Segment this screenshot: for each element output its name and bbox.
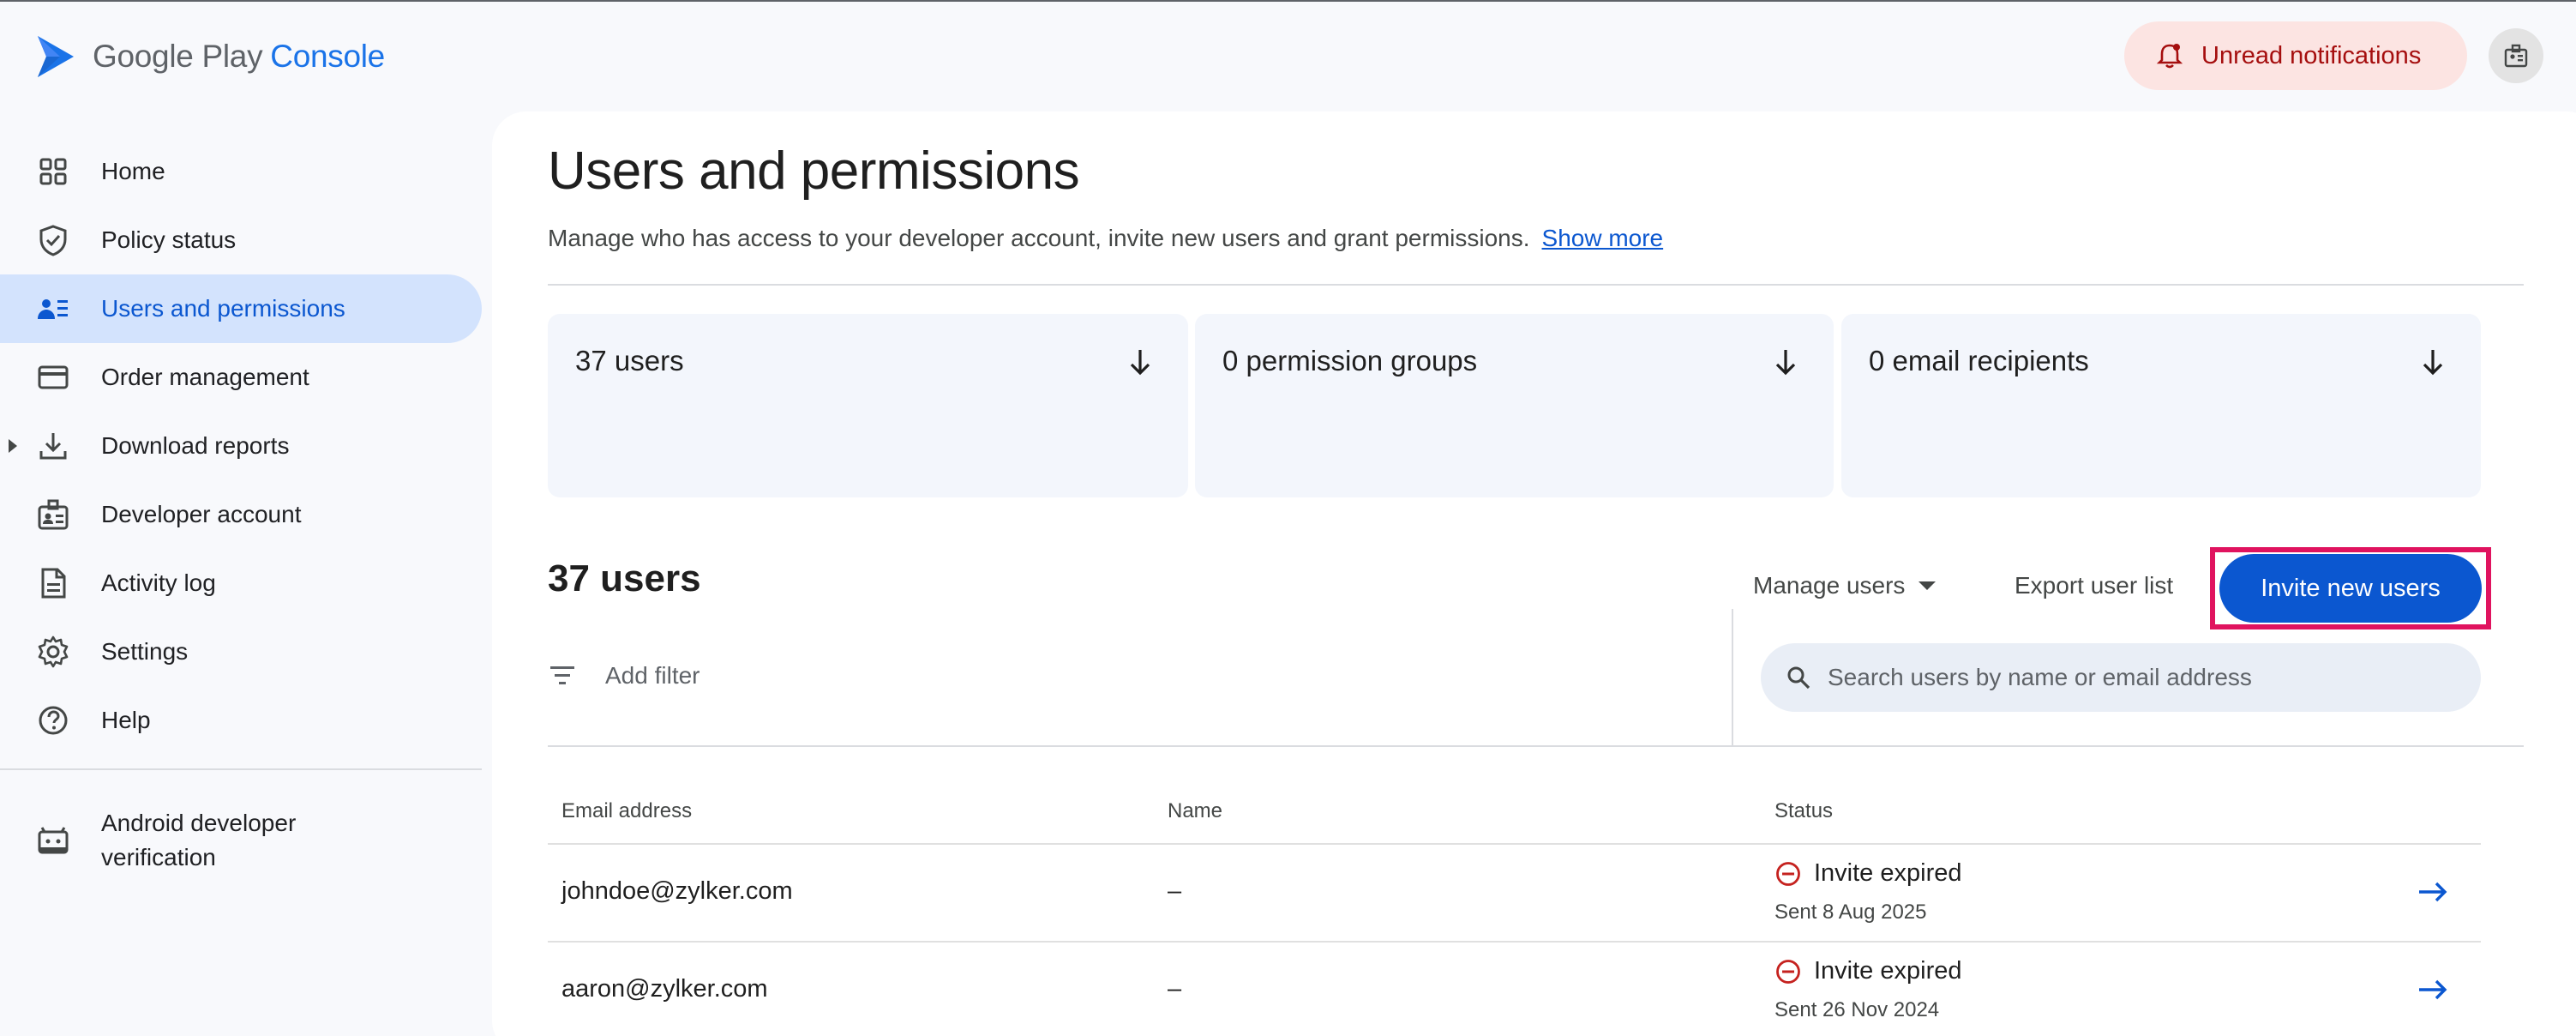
user-status: Invite expired (1774, 957, 1962, 985)
dropdown-caret-icon (1918, 581, 1937, 590)
sidebar-item-download-reports[interactable]: Download reports (0, 412, 482, 480)
unread-notifications-button[interactable]: Unread notifications (2124, 21, 2467, 90)
sidebar-item-label: Android developer verification (101, 810, 297, 870)
sidebar-item-users-and-permissions[interactable]: Users and permissions (0, 274, 482, 343)
user-email: aaron@zylker.com (561, 975, 768, 1003)
sidebar-item-home[interactable]: Home (0, 137, 482, 206)
sidebar-item-label: Developer account (101, 501, 302, 527)
user-email: johndoe@zylker.com (561, 877, 793, 905)
sidebar-item-label: Settings (101, 638, 189, 665)
logo-wordmark: Google Play Console (93, 39, 385, 74)
sidebar-item-order-management[interactable]: Order management (0, 343, 482, 412)
manage-users-label: Manage users (1753, 572, 1906, 599)
arrow-right-icon[interactable] (2416, 973, 2450, 1007)
sidebar-item-label: Home (101, 158, 165, 184)
expired-status-icon (1776, 861, 1800, 886)
divider (548, 284, 2524, 286)
search-input[interactable] (1828, 664, 2462, 691)
grid-icon (34, 153, 72, 190)
user-status: Invite expired (1774, 859, 1962, 888)
manage-users-dropdown[interactable]: Manage users (1753, 572, 1937, 599)
arrow-right-icon[interactable] (2416, 875, 2450, 909)
sidebar-divider (0, 768, 482, 770)
email-recipients-stat-card[interactable]: 0 email recipients (1841, 314, 2481, 497)
user-name: – (1168, 975, 1182, 1003)
table-row-divider (548, 843, 2481, 845)
stat-label: 37 users (575, 345, 684, 376)
sidebar-item-settings[interactable]: Settings (0, 617, 482, 686)
search-icon (1787, 666, 1810, 690)
gear-icon (34, 633, 72, 671)
bell-alert-icon (2156, 44, 2183, 69)
google-play-console-logo[interactable]: Google Play Console (34, 31, 385, 82)
developer-badge-icon (2504, 44, 2528, 68)
android-icon (34, 822, 72, 859)
users-stat-card[interactable]: 37 users (548, 314, 1188, 497)
show-more-link[interactable]: Show more (1542, 225, 1664, 251)
sidebar-item-label: Activity log (101, 569, 216, 596)
sidebar-item-policy-status[interactable]: Policy status (0, 206, 482, 274)
expand-caret-icon[interactable] (7, 437, 19, 455)
stat-label: 0 permission groups (1222, 345, 1478, 376)
arrow-down-icon (1775, 350, 1796, 376)
expired-status-icon (1776, 959, 1800, 984)
sidebar-item-activity-log[interactable]: Activity log (0, 549, 482, 617)
unread-notifications-label: Unread notifications (2201, 41, 2422, 69)
vertical-divider (1732, 609, 1733, 746)
page-description: Manage who has access to your developer … (548, 225, 1664, 251)
column-header-status[interactable]: Status (1774, 799, 1833, 823)
users-list-icon (34, 290, 72, 328)
credit-card-icon (34, 358, 72, 396)
id-badge-icon (34, 496, 72, 533)
user-name: – (1168, 877, 1182, 905)
column-header-email[interactable]: Email address (561, 799, 692, 823)
arrow-down-icon (2423, 350, 2443, 376)
divider (548, 745, 2524, 747)
table-row-divider (548, 941, 2481, 943)
page-title: Users and permissions (548, 142, 1080, 201)
sidebar-item-label: Order management (101, 364, 309, 390)
users-section-title: 37 users (548, 557, 701, 599)
help-icon (34, 702, 72, 739)
sidebar-item-label: Users and permissions (101, 295, 345, 322)
sidebar-item-android-developer-verification[interactable]: Android developer verification (0, 798, 482, 883)
export-user-list-button[interactable]: Export user list (2015, 572, 2173, 599)
invite-sent-date: Sent 8 Aug 2025 (1774, 900, 1927, 924)
account-button[interactable] (2489, 28, 2543, 83)
column-header-name[interactable]: Name (1168, 799, 1222, 823)
filter-icon[interactable] (549, 665, 576, 687)
sidebar-item-label: Help (101, 707, 151, 733)
sidebar-item-developer-account[interactable]: Developer account (0, 480, 482, 549)
window-top-border (0, 0, 2576, 2)
stat-label: 0 email recipients (1869, 345, 2089, 376)
sidebar-item-label: Download reports (101, 432, 290, 459)
invite-new-users-button[interactable]: Invite new users (2219, 554, 2482, 623)
permission-groups-stat-card[interactable]: 0 permission groups (1195, 314, 1834, 497)
search-users-field[interactable] (1761, 643, 2481, 712)
play-logo-icon (38, 36, 74, 77)
document-icon (34, 564, 72, 602)
sidebar-item-help[interactable]: Help (0, 686, 482, 755)
shield-check-icon (34, 221, 72, 259)
invite-sent-date: Sent 26 Nov 2024 (1774, 998, 1940, 1021)
download-icon (34, 427, 72, 465)
arrow-down-icon (1130, 350, 1150, 376)
sidebar-item-label: Policy status (101, 226, 237, 253)
add-filter-button[interactable]: Add filter (605, 662, 700, 690)
